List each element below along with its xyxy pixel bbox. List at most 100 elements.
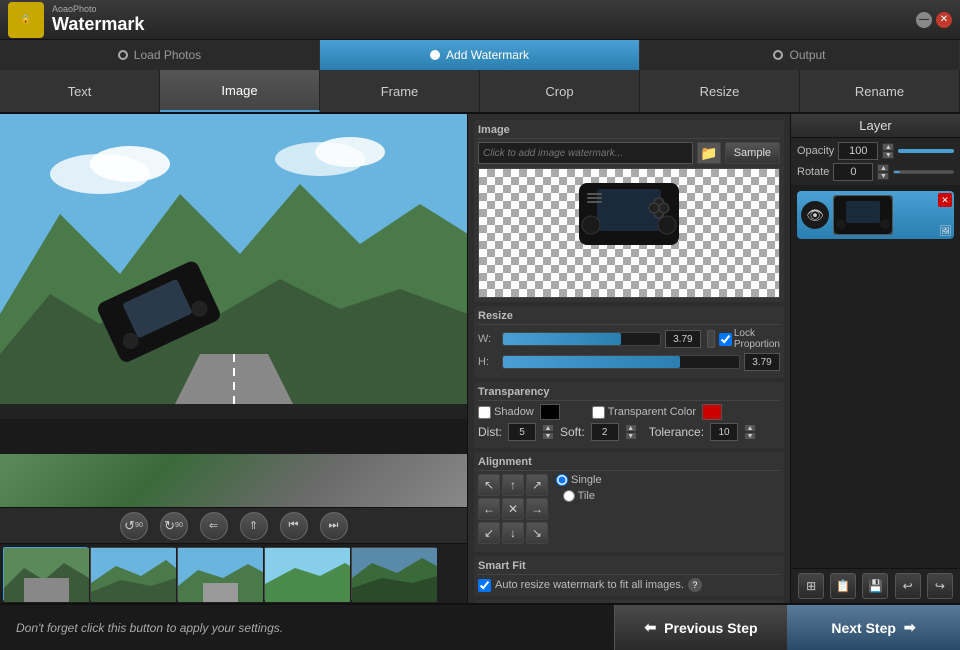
right-panel: Image 📁 Sample bbox=[468, 114, 790, 603]
tab-rename[interactable]: Rename bbox=[800, 70, 960, 112]
align-mid-left[interactable]: ← bbox=[478, 498, 500, 520]
shadow-checkbox[interactable] bbox=[478, 406, 491, 419]
w-slider[interactable] bbox=[502, 332, 661, 346]
h-label: H: bbox=[478, 356, 498, 368]
thumbnail-1[interactable] bbox=[3, 547, 88, 601]
next-step-button[interactable]: Next Step ➡ bbox=[787, 605, 960, 650]
single-radio[interactable] bbox=[556, 474, 568, 486]
placement-radio-group: Single Tile bbox=[556, 474, 602, 502]
layer-redo-button[interactable]: ↪ bbox=[927, 573, 953, 599]
mountain-overlay bbox=[0, 114, 467, 454]
rotate-cw-button[interactable]: ↻90 bbox=[160, 512, 188, 540]
thumbnail-3[interactable] bbox=[177, 547, 262, 601]
previous-step-button[interactable]: ⬅ Previous Step bbox=[614, 605, 787, 650]
resize-section: Resize W: LockProportion H: bbox=[474, 306, 784, 378]
step-dot-2 bbox=[430, 50, 440, 60]
tab-image[interactable]: Image bbox=[160, 70, 320, 112]
tile-radio-label[interactable]: Tile bbox=[563, 490, 595, 502]
resize-section-title: Resize bbox=[478, 310, 780, 325]
soft-input[interactable] bbox=[591, 423, 619, 441]
shadow-label[interactable]: Shadow bbox=[478, 406, 534, 419]
dist-input[interactable] bbox=[508, 423, 536, 441]
opacity-input[interactable] bbox=[838, 142, 878, 160]
minimize-button[interactable]: — bbox=[916, 12, 932, 28]
layer-copy-button[interactable]: 📋 bbox=[830, 573, 856, 599]
transparent-color-label[interactable]: Transparent Color bbox=[592, 406, 696, 419]
align-bot-right[interactable]: ↘ bbox=[526, 522, 548, 544]
tolerance-up[interactable]: ▲ bbox=[744, 424, 756, 432]
rotate-up[interactable]: ▲ bbox=[877, 164, 889, 172]
image-path-input[interactable] bbox=[478, 142, 693, 164]
single-radio-label[interactable]: Single bbox=[556, 474, 602, 486]
w-input[interactable] bbox=[665, 330, 701, 348]
titlebar: 🔒 AoaoPhoto Watermark — ✕ bbox=[0, 0, 960, 40]
soft-up[interactable]: ▲ bbox=[625, 424, 637, 432]
opacity-up[interactable]: ▲ bbox=[882, 143, 894, 151]
thumbnail-4[interactable] bbox=[264, 547, 349, 601]
layer-eye-icon[interactable]: 👁 bbox=[801, 201, 829, 229]
thumbnail-2[interactable] bbox=[90, 547, 175, 601]
step-output[interactable]: Output bbox=[640, 40, 960, 70]
navigation-buttons: ⬅ Previous Step Next Step ➡ bbox=[614, 605, 960, 650]
help-icon[interactable]: ? bbox=[688, 578, 702, 592]
soft-down[interactable]: ▼ bbox=[625, 432, 637, 440]
transparent-color-box[interactable] bbox=[702, 404, 722, 420]
align-top-right[interactable]: ↗ bbox=[526, 474, 548, 496]
flip-h-button[interactable]: ⇐ bbox=[200, 512, 228, 540]
h-input[interactable] bbox=[744, 353, 780, 371]
tab-crop[interactable]: Crop bbox=[480, 70, 640, 112]
link-icon bbox=[707, 330, 715, 348]
transparent-color-checkbox[interactable] bbox=[592, 406, 605, 419]
step-bar: Load Photos Add Watermark Output bbox=[0, 40, 960, 70]
playback-controls: ↺90 ↻90 ⇐ ⇑ ⏮ ⏭ bbox=[0, 507, 467, 543]
dist-spin: ▲ ▼ bbox=[542, 424, 554, 440]
align-top-left[interactable]: ↖ bbox=[478, 474, 500, 496]
auto-resize-checkbox[interactable] bbox=[478, 579, 491, 592]
step-add-watermark[interactable]: Add Watermark bbox=[320, 40, 640, 70]
thumbnail-5[interactable] bbox=[351, 547, 436, 601]
auto-resize-label: Auto resize watermark to fit all images. bbox=[495, 579, 684, 591]
layer-save-button[interactable]: 💾 bbox=[862, 573, 888, 599]
rotate-down[interactable]: ▼ bbox=[877, 172, 889, 180]
align-top-center[interactable]: ↑ bbox=[502, 474, 524, 496]
h-slider[interactable] bbox=[502, 355, 740, 369]
next-image-button[interactable]: ⏭ bbox=[320, 512, 348, 540]
lock-checkbox[interactable] bbox=[719, 333, 732, 346]
soft-spin: ▲ ▼ bbox=[625, 424, 637, 440]
prev-image-button[interactable]: ⏮ bbox=[280, 512, 308, 540]
align-bot-left[interactable]: ↙ bbox=[478, 522, 500, 544]
tolerance-spin: ▲ ▼ bbox=[744, 424, 756, 440]
layer-item-1[interactable]: 👁 ✕ 🖼 bbox=[797, 191, 954, 239]
flip-v-button[interactable]: ⇑ bbox=[240, 512, 268, 540]
dist-up[interactable]: ▲ bbox=[542, 424, 554, 432]
tab-resize[interactable]: Resize bbox=[640, 70, 800, 112]
watermark-preview-image bbox=[529, 173, 729, 293]
tolerance-down[interactable]: ▼ bbox=[744, 432, 756, 440]
sample-button[interactable]: Sample bbox=[725, 142, 780, 164]
opacity-down[interactable]: ▼ bbox=[882, 151, 894, 159]
align-bot-center[interactable]: ↓ bbox=[502, 522, 524, 544]
smartfit-title: Smart Fit bbox=[478, 560, 780, 575]
step-load-photos[interactable]: Load Photos bbox=[0, 40, 320, 70]
rotate-slider[interactable] bbox=[893, 170, 954, 174]
align-mid-right[interactable]: → bbox=[526, 498, 548, 520]
tab-text[interactable]: Text bbox=[0, 70, 160, 112]
shadow-color-box[interactable] bbox=[540, 404, 560, 420]
image-section: Image 📁 Sample bbox=[474, 120, 784, 302]
tab-frame[interactable]: Frame bbox=[320, 70, 480, 112]
dist-down[interactable]: ▼ bbox=[542, 432, 554, 440]
layer-new-button[interactable]: ⊞ bbox=[798, 573, 824, 599]
layer-undo-button[interactable]: ↩ bbox=[895, 573, 921, 599]
align-center[interactable]: ✕ bbox=[502, 498, 524, 520]
rotate-input[interactable] bbox=[833, 163, 873, 181]
layer-close-button[interactable]: ✕ bbox=[938, 193, 952, 207]
resize-w-row: W: LockProportion bbox=[478, 328, 780, 350]
tolerance-input[interactable] bbox=[710, 423, 738, 441]
layer-image-icon: 🖼 bbox=[939, 226, 952, 237]
tile-radio[interactable] bbox=[563, 490, 575, 502]
close-button[interactable]: ✕ bbox=[936, 12, 952, 28]
browse-button[interactable]: 📁 bbox=[697, 142, 721, 164]
opacity-slider[interactable] bbox=[898, 149, 954, 153]
hint-area: Don't forget click this button to apply … bbox=[0, 605, 614, 650]
rotate-ccw-button[interactable]: ↺90 bbox=[120, 512, 148, 540]
